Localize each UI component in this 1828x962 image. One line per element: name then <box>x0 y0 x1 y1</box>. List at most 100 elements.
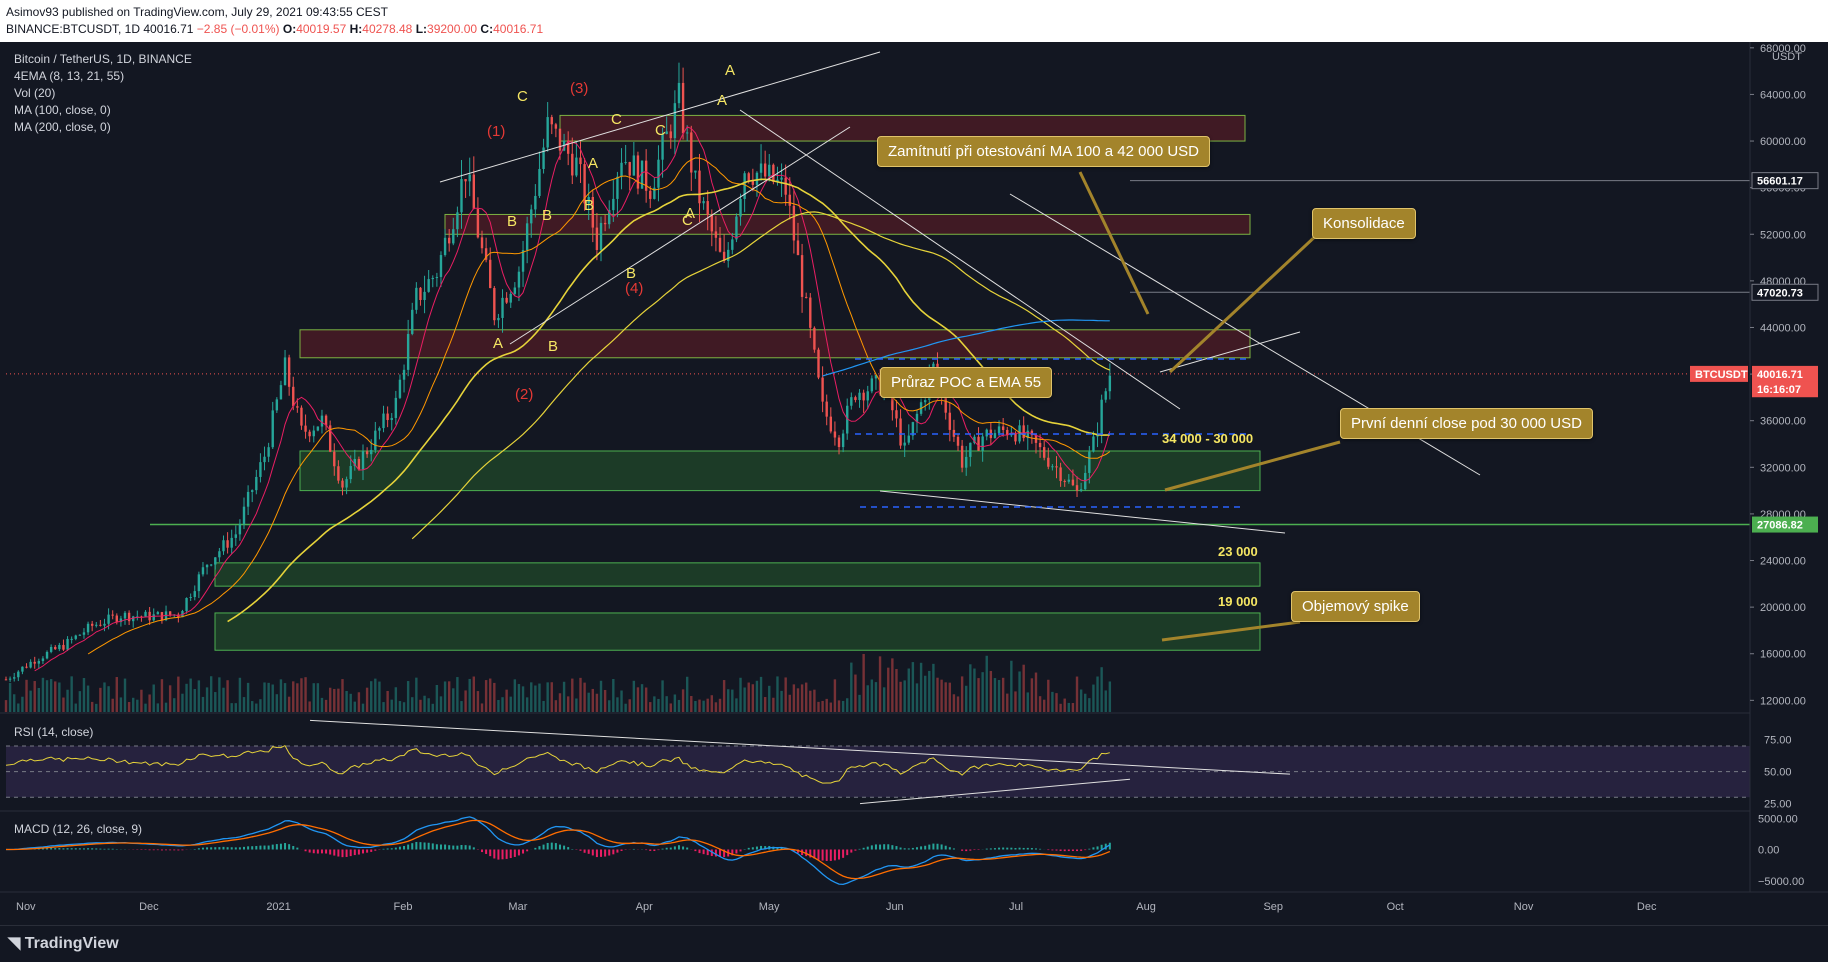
volume-bar <box>940 680 942 712</box>
candle-body <box>793 206 795 241</box>
volume-bar <box>460 701 462 712</box>
volume-bar <box>1055 693 1057 712</box>
macd-hist-bar <box>945 846 947 850</box>
volume-bar <box>994 678 996 712</box>
macd-hist-bar <box>473 847 475 849</box>
macd-hist-bar <box>329 850 331 855</box>
macd-hist-bar <box>694 850 696 852</box>
volume-bar <box>185 684 187 712</box>
price-tick-label: 52000.00 <box>1760 229 1806 241</box>
callout-poc-break: Průraz POC a EMA 55 <box>880 367 1052 398</box>
candle-body <box>468 175 470 182</box>
macd-hist-bar <box>1010 848 1012 850</box>
candle-body <box>612 199 614 210</box>
macd-hist-bar <box>161 850 163 851</box>
volume-bar <box>817 702 819 712</box>
candle-body <box>349 466 351 479</box>
macd-hist-bar <box>214 847 216 849</box>
volume-bar <box>321 698 323 712</box>
macd-hist-bar <box>1084 850 1086 851</box>
macd-hist-bar <box>54 848 56 849</box>
wave-label: A <box>717 92 727 109</box>
macd-hist-bar <box>452 846 454 850</box>
tradingview-logo[interactable]: ◥ TradingView <box>8 933 119 953</box>
macd-hist-bar <box>415 842 417 850</box>
volume-bar <box>657 699 659 712</box>
volume-bar <box>637 687 639 712</box>
candle-body <box>682 83 684 133</box>
macd-hist-bar <box>153 850 155 851</box>
volume-bar <box>411 697 413 712</box>
candle-body <box>210 565 212 566</box>
candle-body <box>797 240 799 255</box>
candle-body <box>185 598 187 611</box>
volume-bar <box>928 671 930 712</box>
candle-body <box>518 272 520 288</box>
volume-bar <box>932 664 934 712</box>
candle-body <box>1059 467 1061 481</box>
volume-bar <box>505 690 507 712</box>
volume-bar <box>29 691 31 712</box>
volume-bar <box>945 682 947 712</box>
candle-body <box>707 201 709 215</box>
candle-body <box>575 158 577 176</box>
price-marker-label: 47020.73 <box>1757 287 1803 299</box>
macd-hist-bar <box>715 850 717 857</box>
candle-body <box>961 446 963 468</box>
candle-body <box>456 212 458 229</box>
volume-bar <box>95 704 97 712</box>
macd-hist-bar <box>58 848 60 849</box>
volume-bar <box>629 699 631 712</box>
volume-bar <box>850 663 852 712</box>
candle-body <box>702 201 704 203</box>
volume-bar <box>5 700 7 712</box>
candle-body <box>79 635 81 636</box>
macd-hist-bar <box>202 848 204 850</box>
candle-body <box>764 164 766 177</box>
volume-bar <box>871 679 873 712</box>
time-tick-label: Nov <box>1514 901 1534 913</box>
macd-hist-bar <box>674 846 676 849</box>
macd-hist-bar <box>863 848 865 850</box>
chart-canvas[interactable]: 68000.0064000.0060000.0056000.0052000.00… <box>0 42 1828 925</box>
volume-bar <box>366 688 368 712</box>
volume-bar <box>214 692 216 712</box>
wave-label: C <box>611 111 622 128</box>
volume-bar <box>120 697 122 712</box>
time-tick-label: Nov <box>16 901 36 913</box>
price-tick-label: 20000.00 <box>1760 602 1806 614</box>
volume-bar <box>136 700 138 712</box>
macd-hist-bar <box>399 847 401 850</box>
volume-bar <box>1068 703 1070 712</box>
wave-label: B <box>584 197 594 214</box>
macd-hist-bar <box>1068 850 1070 852</box>
macd-hist-bar <box>1051 850 1053 851</box>
volume-bar <box>936 678 938 712</box>
volume-bar <box>272 685 274 712</box>
volume-bar <box>1018 671 1020 712</box>
macd-hist-bar <box>264 846 266 850</box>
macd-hist-bar <box>456 846 458 850</box>
wave-label: A <box>588 155 598 172</box>
candle-body <box>981 436 983 450</box>
ohlc-line: BINANCE:BTCUSDT, 1D 40016.71 −2.85 (−0.0… <box>6 22 543 36</box>
rsi-tick-label: 25.00 <box>1764 799 1792 811</box>
volume-bar <box>698 700 700 712</box>
macd-hist-bar <box>1092 847 1094 849</box>
candle-body <box>21 667 23 672</box>
volume-bar <box>665 696 667 712</box>
macd-hist-bar <box>276 844 278 849</box>
volume-bar <box>66 690 68 712</box>
volume-bar <box>9 683 11 712</box>
candle-body <box>949 413 951 430</box>
macd-hist-bar <box>678 845 680 849</box>
candle-body <box>903 443 905 446</box>
candle-body <box>1076 485 1078 491</box>
price-tick-label: 64000.00 <box>1760 89 1806 101</box>
volume-bar <box>284 683 286 712</box>
macd-hist-bar <box>941 844 943 849</box>
legend-vol: Vol (20) <box>14 86 55 100</box>
footer-bar <box>0 925 1828 962</box>
volume-bar <box>567 696 569 712</box>
volume-bar <box>546 682 548 712</box>
